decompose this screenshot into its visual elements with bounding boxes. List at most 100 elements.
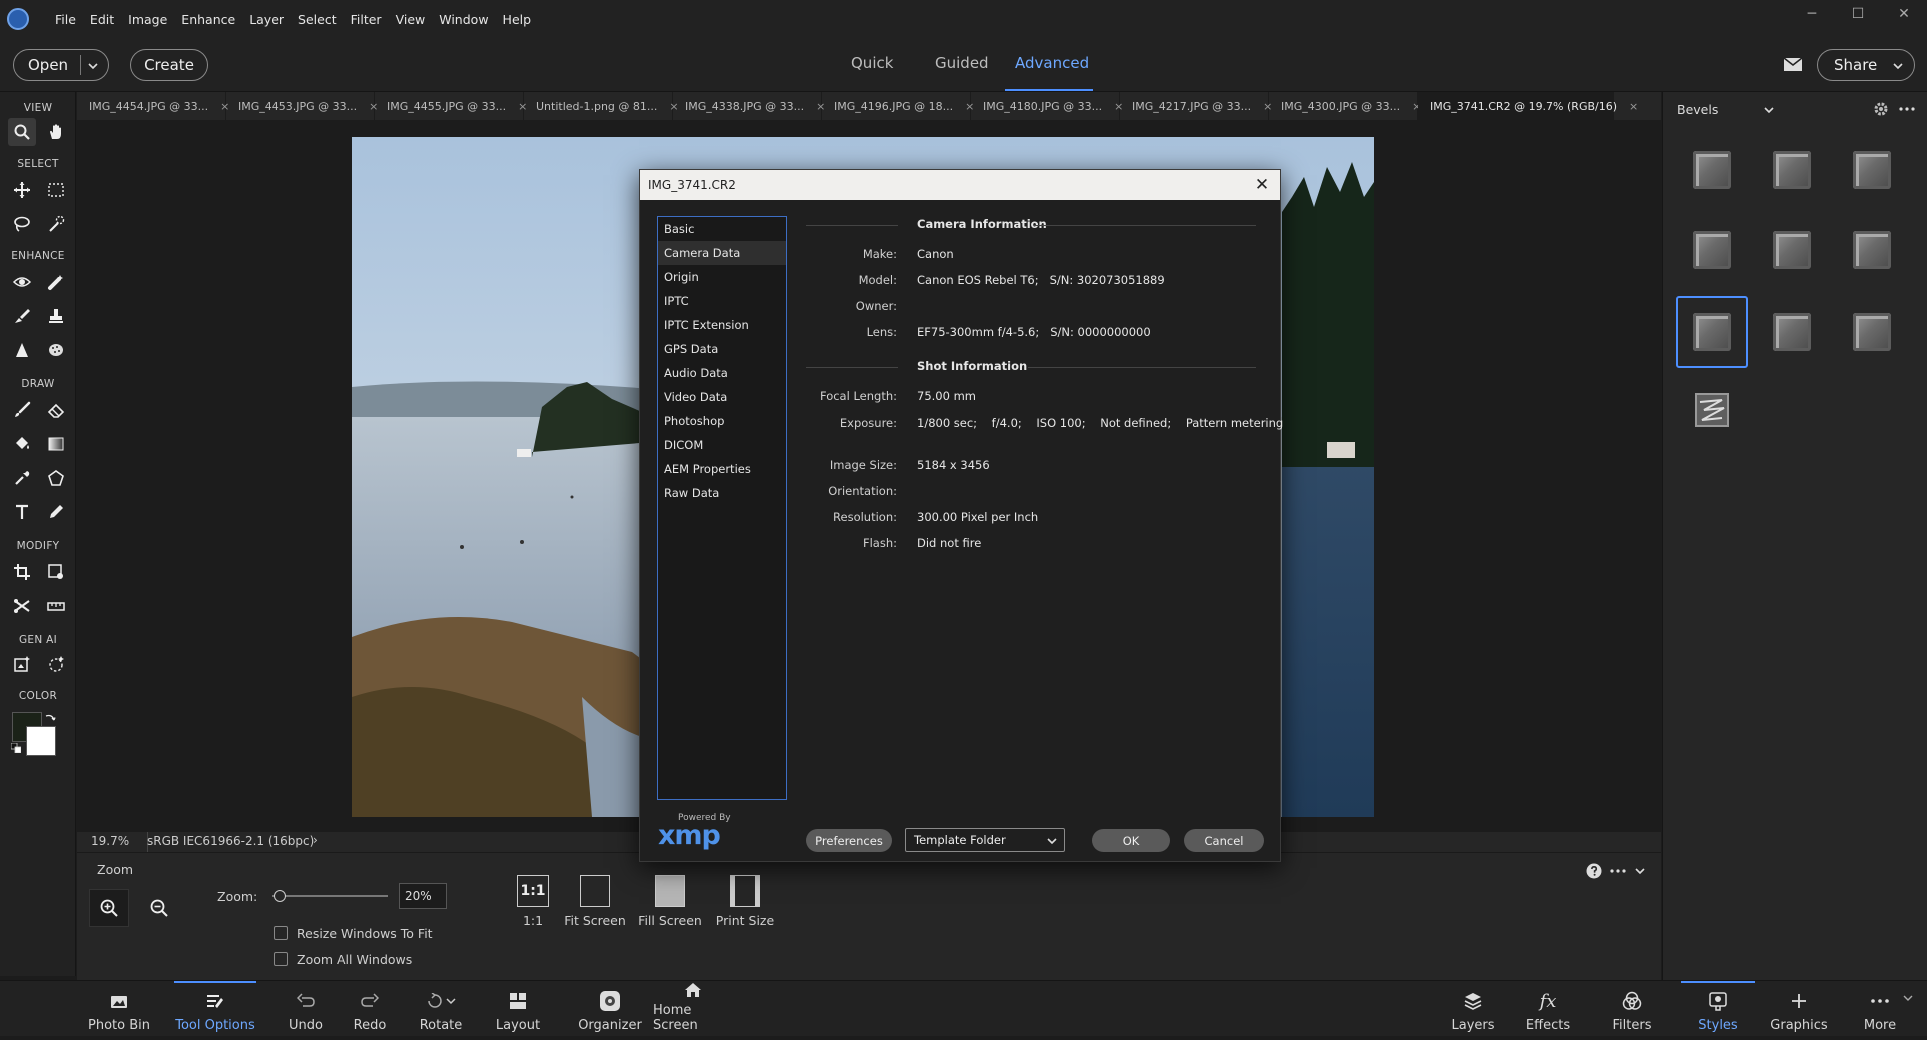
open-button[interactable]: Open	[13, 49, 109, 81]
pencil-tool-icon[interactable]	[42, 498, 70, 526]
doc-tab[interactable]: Untitled-1.png @ 81... ×	[524, 92, 679, 120]
minimize-icon[interactable]: ─	[1796, 6, 1828, 24]
menu-view[interactable]: View	[389, 12, 433, 27]
menu-layer[interactable]: Layer	[242, 12, 291, 27]
category-camera-data[interactable]: Camera Data	[658, 241, 786, 265]
bevels-dropdown-label[interactable]: Bevels	[1677, 102, 1718, 117]
bevel-style[interactable]	[1756, 214, 1828, 286]
mode-tab-quick[interactable]: Quick	[851, 54, 893, 72]
menu-edit[interactable]: Edit	[83, 12, 121, 27]
default-colors-icon[interactable]	[11, 743, 21, 753]
spot-healing-brush-icon[interactable]	[42, 268, 70, 296]
layout-button[interactable]: Layout	[496, 981, 540, 1037]
chevron-down-icon[interactable]	[1763, 104, 1775, 116]
doc-tab[interactable]: IMG_4454.JPG @ 33... ×	[77, 92, 229, 120]
chevron-down-icon[interactable]	[1903, 993, 1913, 1003]
filters-button[interactable]: Filters	[1611, 981, 1653, 1037]
close-tab-icon[interactable]: ×	[1629, 100, 1638, 113]
bevel-style[interactable]	[1676, 134, 1748, 206]
content-aware-move-icon[interactable]	[8, 592, 36, 620]
bevel-style[interactable]	[1836, 134, 1908, 206]
category-origin[interactable]: Origin	[658, 265, 786, 289]
gear-icon[interactable]	[1873, 101, 1889, 117]
lasso-tool-icon[interactable]	[8, 210, 36, 238]
help-icon[interactable]	[1586, 863, 1602, 879]
eyedropper-tool-icon[interactable]	[8, 464, 36, 492]
type-tool-icon[interactable]	[8, 498, 36, 526]
bevel-style[interactable]	[1756, 134, 1828, 206]
background-color-swatch[interactable]	[26, 726, 56, 756]
share-button[interactable]: Share	[1817, 49, 1915, 81]
category-raw-data[interactable]: Raw Data	[658, 481, 786, 505]
clone-stamp-icon[interactable]	[42, 302, 70, 330]
photo-bin-button[interactable]: Photo Bin	[88, 981, 150, 1037]
swap-colors-icon[interactable]	[44, 712, 56, 724]
tool-options-button[interactable]: Tool Options	[174, 981, 256, 1037]
zoom-in-button[interactable]	[89, 889, 129, 927]
zoom-all-windows-checkbox[interactable]	[274, 952, 288, 966]
graphics-button[interactable]: Graphics	[1770, 981, 1828, 1037]
cancel-button[interactable]: Cancel	[1184, 829, 1264, 852]
recompose-tool-icon[interactable]	[42, 558, 70, 586]
home-screen-button[interactable]: Home Screen	[653, 981, 733, 1037]
marquee-tool-icon[interactable]	[42, 176, 70, 204]
category-aem-properties[interactable]: AEM Properties	[658, 457, 786, 481]
resize-windows-checkbox[interactable]	[274, 926, 288, 940]
mode-tab-guided[interactable]: Guided	[935, 54, 989, 72]
paint-bucket-icon[interactable]	[8, 430, 36, 458]
mail-icon[interactable]	[1783, 57, 1803, 72]
category-photoshop[interactable]: Photoshop	[658, 409, 786, 433]
menu-enhance[interactable]: Enhance	[174, 12, 242, 27]
menu-filter[interactable]: Filter	[344, 12, 389, 27]
zoom-value-input[interactable]: 20%	[399, 883, 447, 909]
create-button[interactable]: Create	[130, 49, 208, 81]
fit-screen-button[interactable]: Fit Screen	[558, 875, 632, 928]
doc-tab[interactable]: IMG_4338.JPG @ 33... ×	[673, 92, 825, 120]
redo-button[interactable]: Redo	[350, 981, 390, 1037]
doc-tab[interactable]: IMG_4196.JPG @ 18... ×	[822, 92, 974, 120]
gradient-tool-icon[interactable]	[42, 430, 70, 458]
styles-button[interactable]: Styles	[1681, 981, 1755, 1037]
generative-remove-icon[interactable]	[42, 650, 70, 678]
category-gps-data[interactable]: GPS Data	[658, 337, 786, 361]
collapse-panel-icon[interactable]	[1634, 865, 1646, 877]
effects-button[interactable]: fx Effects	[1526, 981, 1570, 1037]
crop-tool-icon[interactable]	[8, 558, 36, 586]
bevel-style-scribble[interactable]	[1676, 374, 1748, 446]
smart-brush-icon[interactable]	[8, 302, 36, 330]
category-audio-data[interactable]: Audio Data	[658, 361, 786, 385]
rotate-button[interactable]: Rotate	[418, 981, 464, 1037]
zoom-out-button[interactable]	[139, 889, 179, 927]
doc-tab-active[interactable]: IMG_3741.CR2 @ 19.7% (RGB/16) ×	[1418, 92, 1638, 120]
category-basic[interactable]: Basic	[658, 217, 786, 241]
generative-fill-icon[interactable]	[8, 650, 36, 678]
organizer-button[interactable]: Organizer	[578, 981, 642, 1037]
more-options-icon[interactable]	[1610, 869, 1626, 873]
print-size-button[interactable]: Print Size	[708, 875, 782, 928]
bevel-style[interactable]	[1756, 296, 1828, 368]
blur-tool-icon[interactable]	[8, 336, 36, 364]
category-video-data[interactable]: Video Data	[658, 385, 786, 409]
mode-tab-advanced[interactable]: Advanced	[1015, 54, 1089, 72]
doc-tab[interactable]: IMG_4453.JPG @ 33... ×	[226, 92, 378, 120]
straighten-tool-icon[interactable]	[42, 592, 70, 620]
hand-tool-icon[interactable]	[42, 118, 70, 146]
menu-select[interactable]: Select	[291, 12, 344, 27]
doc-tab[interactable]: IMG_4180.JPG @ 33... ×	[971, 92, 1123, 120]
menu-file[interactable]: File	[48, 12, 83, 27]
close-window-icon[interactable]: ✕	[1888, 6, 1920, 24]
category-dicom[interactable]: DICOM	[658, 433, 786, 457]
shape-tool-icon[interactable]	[42, 464, 70, 492]
quick-selection-tool-icon[interactable]	[42, 210, 70, 238]
bevel-style[interactable]	[1836, 214, 1908, 286]
more-button[interactable]: More	[1858, 981, 1902, 1037]
maximize-icon[interactable]: ☐	[1842, 6, 1874, 24]
undo-button[interactable]: Undo	[286, 981, 326, 1037]
bevel-style[interactable]	[1836, 296, 1908, 368]
one-to-one-button[interactable]: 1:1 1:1	[501, 875, 565, 928]
doc-tab[interactable]: IMG_4300.JPG @ 33... ×	[1269, 92, 1421, 120]
layers-button[interactable]: Layers	[1451, 981, 1495, 1037]
status-expand-icon[interactable]: ›	[313, 833, 318, 847]
zoom-tool-icon[interactable]	[8, 118, 36, 146]
eraser-tool-icon[interactable]	[42, 396, 70, 424]
